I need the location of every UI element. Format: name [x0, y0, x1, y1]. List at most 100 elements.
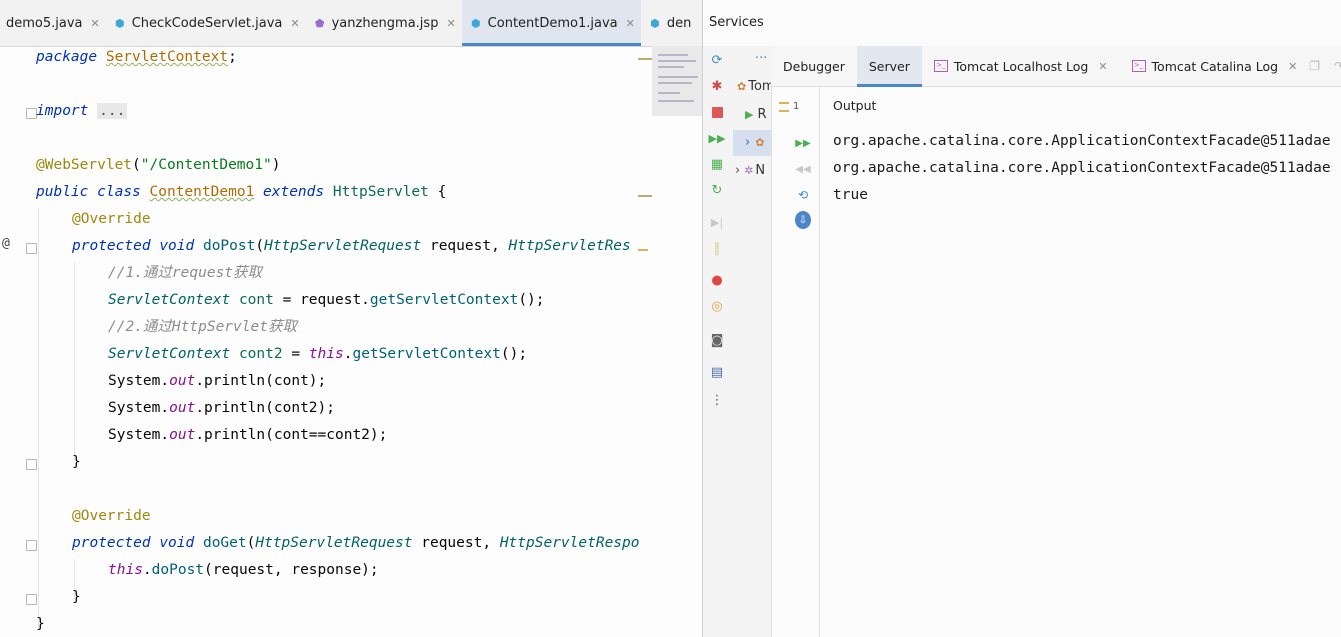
close-icon[interactable]: ✕ — [626, 17, 635, 30]
code-line: public class ContentDemo1 extends HttpSe… — [36, 184, 447, 200]
debug-icon[interactable]: ✱ — [709, 78, 725, 94]
tab-label: demo5.java — [6, 15, 83, 31]
code-line: } — [72, 589, 81, 605]
tab-debugger[interactable]: Debugger — [771, 46, 857, 86]
tab-yanzhengma[interactable]: ⬟ yanzhengma.jsp ✕ — [306, 0, 462, 46]
code-line: //2.通过HttpServlet获取 — [108, 319, 297, 335]
refresh-icon[interactable]: ⟳ — [709, 52, 725, 68]
override-gutter-icon[interactable]: @ — [2, 236, 10, 251]
detail-tab-bar: Debugger Server >_ Tomcat Localhost Log ✕ … — [771, 46, 1341, 87]
code-line: @Override — [72, 211, 151, 227]
breakpoints-icon[interactable]: ● — [709, 272, 725, 288]
close-icon[interactable]: ✕ — [446, 17, 455, 30]
code-line: @WebServlet("/ContentDemo1") — [36, 157, 281, 173]
code-line: this.doPost(request, response); — [108, 562, 379, 578]
tree-item-not-started[interactable]: › ✲ N — [733, 158, 771, 184]
update-icon[interactable]: ⇩ — [795, 211, 811, 229]
tree-options[interactable]: ··· — [733, 46, 771, 72]
code-line: @Override — [72, 508, 151, 524]
code-line: } — [36, 616, 45, 632]
pause-icon[interactable]: ‖ — [709, 240, 725, 256]
fold-marker[interactable] — [26, 594, 37, 605]
output-side-toolbar: 1 ▶▶ ◀◀ ⟲ ⇩ — [771, 87, 820, 637]
console-line: org.apache.catalina.core.ApplicationCont… — [833, 160, 1331, 176]
fold-marker[interactable] — [26, 459, 37, 470]
tab-checkcodeservlet[interactable]: ⬢ CheckCodeServlet.java ✕ — [106, 0, 306, 46]
output-count: 1 — [793, 101, 800, 112]
undeploy-icon[interactable]: ◀◀ — [795, 161, 811, 177]
console-line: org.apache.catalina.core.ApplicationCont… — [833, 133, 1331, 149]
tab-label: yanzhengma.jsp — [331, 15, 439, 31]
terminal-icon: >_ — [1131, 60, 1146, 72]
tab-server[interactable]: Server — [856, 46, 922, 87]
tab-tomcat-localhost-log[interactable]: >_ Tomcat Localhost Log ✕ — [922, 46, 1120, 86]
undo-icon[interactable]: ↷ — [1334, 59, 1341, 73]
jsp-file-icon: ⬟ — [314, 16, 325, 30]
services-toolbar: ⟳ ✱ ▶▶ ▦ ↻ ▶| ‖ ● ◎ ◙ ▤ ⋮ — [703, 46, 734, 637]
services-title: Services — [709, 15, 764, 30]
gear-icon: ✲ — [744, 164, 754, 177]
tomcat-icon: ✿ — [755, 136, 765, 149]
list-icon — [779, 102, 789, 112]
fold-marker[interactable] — [26, 243, 37, 254]
rerun-icon[interactable]: ↻ — [709, 182, 725, 198]
sync-icon[interactable]: ⟲ — [795, 187, 811, 203]
chevron-right-icon: › — [745, 135, 751, 150]
code-editor[interactable]: demo5.java ✕ ⬢ CheckCodeServlet.java ✕ ⬟… — [0, 0, 702, 637]
console-output[interactable]: org.apache.catalina.core.ApplicationCont… — [833, 128, 1331, 209]
code-line: } — [72, 454, 81, 470]
java-class-icon: ⬢ — [114, 16, 125, 30]
services-panel: Services ⟳ ✱ ▶▶ ▦ ↻ ▶| ‖ ● ◎ ◙ ▤ ⋮ ··· ✿… — [703, 0, 1341, 637]
fold-marker[interactable] — [26, 540, 37, 551]
run-icon: ▶ — [745, 108, 754, 121]
tab-tomcat-catalina-log[interactable]: >_ Tomcat Catalina Log ✕ — [1120, 46, 1310, 86]
indent-guide — [38, 208, 39, 628]
more-vertical-icon[interactable]: ⋮ — [709, 392, 725, 408]
deploy-icon[interactable]: ▶▶ — [795, 135, 811, 151]
code-line: protected void doGet(HttpServletRequest … — [72, 535, 640, 551]
code-area[interactable]: @ package ServletContext; import ... @We… — [0, 46, 702, 637]
camera-icon[interactable]: ◙ — [709, 332, 725, 348]
settings-layout-icon[interactable]: ▤ — [709, 364, 725, 380]
tab-contentdemo1[interactable]: ⬢ ContentDemo1.java ✕ — [461, 0, 642, 46]
folded-imports[interactable]: ... — [97, 103, 128, 119]
code-line: ServletContext cont = request.getServlet… — [108, 292, 545, 308]
console-line: true — [833, 187, 868, 203]
restore-icon[interactable]: ❐ — [1309, 59, 1320, 73]
editor-tab-bar: demo5.java ✕ ⬢ CheckCodeServlet.java ✕ ⬟… — [0, 0, 702, 47]
close-icon[interactable]: ✕ — [91, 17, 100, 30]
resume-icon[interactable]: ▶| — [709, 214, 725, 230]
tab-demo5[interactable]: demo5.java ✕ — [0, 0, 106, 46]
mute-breakpoints-icon[interactable]: ◎ — [709, 298, 725, 314]
service-detail: Debugger Server >_ Tomcat Localhost Log ✕ … — [771, 46, 1341, 637]
detail-tab-actions: ❐ ↷ ↓ ↑ — [1309, 46, 1341, 86]
run-all-icon[interactable]: ▶▶ — [709, 130, 726, 146]
tree-item-tomcat[interactable]: ✿ Tom — [733, 74, 771, 100]
tree-item-selected[interactable]: › ✿ — [733, 130, 771, 156]
layout-icon[interactable]: ▦ — [709, 156, 725, 172]
output-title: Output — [833, 98, 877, 113]
tab-label: CheckCodeServlet.java — [131, 15, 283, 31]
java-class-icon: ⬢ — [650, 16, 660, 30]
close-icon[interactable]: ✕ — [1098, 60, 1107, 73]
tab-den[interactable]: ⬢ den — [641, 0, 698, 46]
java-class-icon: ⬢ — [470, 16, 481, 30]
stop-icon[interactable] — [709, 104, 725, 120]
code-line: package ServletContext; — [36, 49, 237, 65]
tab-label: den — [666, 15, 692, 31]
code-line: ServletContext cont2 = this.getServletCo… — [108, 346, 528, 362]
tab-label: ContentDemo1.java — [487, 15, 618, 31]
services-tree[interactable]: ··· ✿ Tom ▶ R › ✿ › ✲ N — [733, 46, 772, 637]
code-line: System.out.println(cont); — [108, 373, 327, 389]
close-icon[interactable]: ✕ — [1288, 60, 1297, 73]
tomcat-icon: ✿ — [737, 80, 747, 93]
close-icon[interactable]: ✕ — [290, 17, 299, 30]
terminal-icon: >_ — [933, 60, 948, 72]
code-line: protected void doPost(HttpServletRequest… — [72, 238, 631, 254]
chevron-right-icon: › — [735, 163, 741, 178]
code-line: import ... — [36, 103, 128, 119]
tree-item-running[interactable]: ▶ R — [733, 102, 771, 128]
indent-guide — [74, 262, 75, 460]
code-line: System.out.println(cont==cont2); — [108, 427, 388, 443]
code-line: //1.通过request获取 — [108, 265, 263, 281]
